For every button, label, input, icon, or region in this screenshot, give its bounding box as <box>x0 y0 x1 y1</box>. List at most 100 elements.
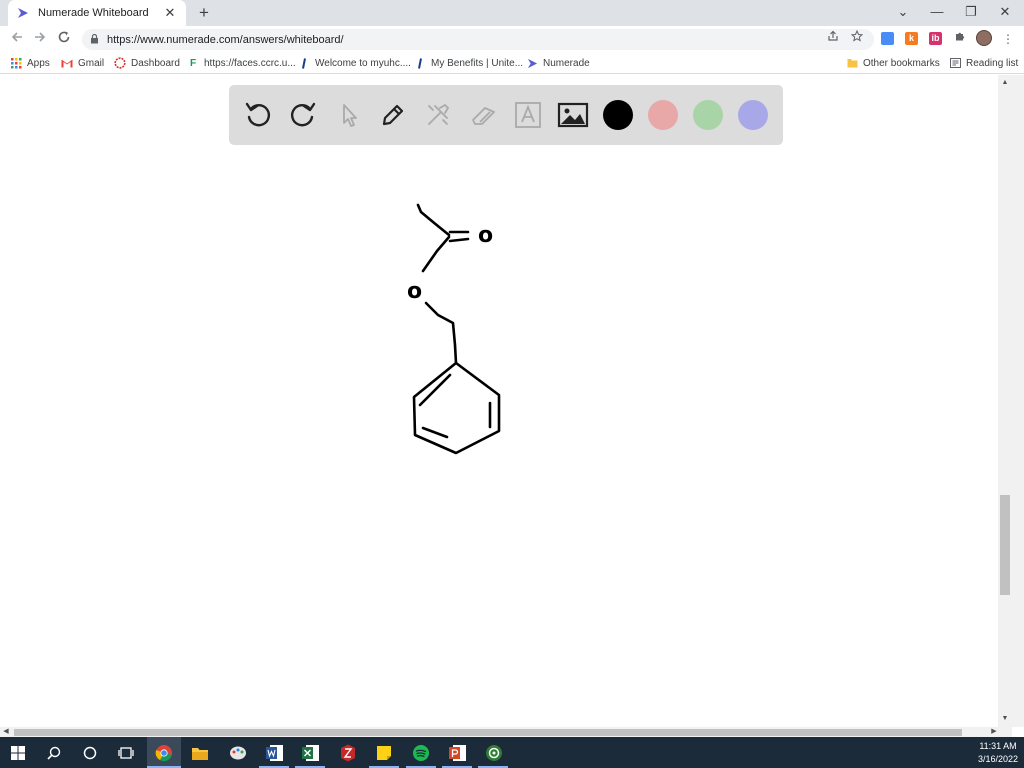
chrome-icon[interactable] <box>152 741 176 765</box>
windows-start-icon[interactable] <box>6 741 30 765</box>
file-explorer-icon[interactable] <box>188 741 212 765</box>
apps-grid-icon <box>10 57 22 69</box>
tools-button[interactable] <box>420 97 456 133</box>
uhc-icon <box>414 57 426 69</box>
horizontal-scroll-thumb[interactable] <box>14 729 962 736</box>
bookmark-gmail[interactable]: Gmail <box>61 55 104 71</box>
k-extension-icon[interactable]: k <box>905 32 918 45</box>
pen-tool-button[interactable] <box>375 97 411 133</box>
bookmark-label: Welcome to myuhc.... <box>315 57 411 69</box>
profile-avatar[interactable] <box>976 30 992 46</box>
bookmark-label: Numerade <box>543 57 590 69</box>
color-swatch-pink[interactable] <box>648 100 678 130</box>
horizontal-scrollbar[interactable]: ◀ ▶ <box>0 727 1012 737</box>
pointer-icon <box>343 104 357 127</box>
extensions-puzzle-icon[interactable] <box>951 28 969 48</box>
docs-extension-icon[interactable] <box>881 32 894 45</box>
tab-search-icon[interactable]: ⌄ <box>886 0 920 26</box>
undo-button[interactable] <box>240 97 276 133</box>
bookmark-numerade[interactable]: Numerade <box>526 55 590 71</box>
scroll-track <box>998 75 1012 727</box>
color-swatch-black[interactable] <box>603 100 633 130</box>
text-icon <box>515 102 541 128</box>
tab-close-icon[interactable]: ✕ <box>162 5 178 21</box>
reload-button[interactable] <box>55 30 73 48</box>
tab-numerade-whiteboard[interactable]: Numerade Whiteboard ✕ <box>8 0 186 26</box>
share-icon[interactable] <box>824 28 842 48</box>
color-swatch-lavender[interactable] <box>738 100 768 130</box>
paint-icon[interactable] <box>226 741 250 765</box>
task-view-icon[interactable] <box>114 741 138 765</box>
pen-icon <box>382 104 404 126</box>
bookmark-label: Reading list <box>966 57 1019 69</box>
reload-icon <box>58 31 70 43</box>
taskbar-clock[interactable]: 11:31 AM 3/16/2022 <box>972 740 1024 766</box>
spotify-icon[interactable] <box>409 741 433 765</box>
undo-icon <box>245 102 270 127</box>
dashboard-icon <box>114 57 126 69</box>
text-tool-button[interactable] <box>510 97 546 133</box>
scroll-up-arrow-icon[interactable]: ▲ <box>998 79 1012 86</box>
whiteboard-canvas[interactable]: o o <box>0 75 1000 727</box>
new-tab-button[interactable]: + <box>194 3 214 23</box>
oxygen-label-carbonyl: o <box>478 223 493 248</box>
redo-button[interactable] <box>285 97 321 133</box>
bookmark-faces[interactable]: F https://faces.ccrc.u... <box>187 55 296 71</box>
powerpoint-icon[interactable] <box>446 741 470 765</box>
back-button[interactable] <box>8 30 26 48</box>
url-text: https://www.numerade.com/answers/whitebo… <box>107 33 344 46</box>
cortana-icon[interactable] <box>78 741 102 765</box>
scroll-right-arrow-icon[interactable]: ▶ <box>988 727 1000 737</box>
folder-icon <box>846 57 858 69</box>
color-swatch-green[interactable] <box>693 100 723 130</box>
eraser-icon <box>472 107 495 125</box>
bookmark-label: https://faces.ccrc.u... <box>204 57 296 69</box>
bookmark-star-icon[interactable] <box>848 28 866 48</box>
restore-button[interactable]: ❐ <box>954 0 988 26</box>
reading-list-button[interactable]: Reading list <box>949 55 1018 71</box>
numerade-icon <box>16 6 30 20</box>
clock-time: 11:31 AM <box>979 741 1017 751</box>
app-red-icon[interactable] <box>336 741 360 765</box>
vertical-scrollbar[interactable]: ▲ ▼ <box>998 75 1024 727</box>
bookmark-label: Gmail <box>78 57 105 69</box>
whiteboard-toolbar <box>229 85 783 145</box>
browser-menu-icon[interactable]: ⋮ <box>1002 31 1014 47</box>
bookmark-label: Apps <box>27 57 50 69</box>
browser-toolbar: https://www.numerade.com/answers/whitebo… <box>0 26 1024 52</box>
tab-strip: Numerade Whiteboard ✕ + ⌄ — ❐ ✕ <box>0 0 1024 26</box>
address-bar[interactable]: https://www.numerade.com/answers/whitebo… <box>82 29 874 50</box>
vertical-scroll-thumb[interactable] <box>1000 495 1010 595</box>
bookmark-my-benefits[interactable]: My Benefits | Unite... <box>414 55 523 71</box>
uhc-icon <box>298 57 310 69</box>
tab-title: Numerade Whiteboard <box>38 7 149 19</box>
scroll-down-arrow-icon[interactable]: ▼ <box>998 715 1012 722</box>
reading-list-icon <box>949 57 961 69</box>
clock-date: 3/16/2022 <box>977 754 1019 764</box>
search-icon[interactable] <box>42 741 66 765</box>
bookmark-label: Dashboard <box>131 57 180 69</box>
windows-taskbar: 11:31 AM 3/16/2022 <box>0 737 1024 768</box>
bookmark-apps[interactable]: Apps <box>10 55 50 71</box>
bookmark-dashboard[interactable]: Dashboard <box>114 55 180 71</box>
eraser-button[interactable] <box>465 97 501 133</box>
bookmark-other[interactable]: Other bookmarks <box>846 55 940 71</box>
gmail-icon <box>61 57 73 69</box>
oxygen-label-ester: o <box>407 279 422 304</box>
bookmark-label: Other bookmarks <box>863 57 940 69</box>
close-window-button[interactable]: ✕ <box>988 0 1022 26</box>
ib-extension-icon[interactable]: ib <box>929 32 942 45</box>
minimize-button[interactable]: — <box>920 0 954 26</box>
scroll-left-arrow-icon[interactable]: ◀ <box>0 727 12 737</box>
sticky-notes-icon[interactable] <box>372 741 396 765</box>
lock-icon <box>90 33 99 47</box>
word-icon[interactable] <box>263 741 287 765</box>
faces-icon: F <box>189 57 197 69</box>
bookmark-myuhc[interactable]: Welcome to myuhc.... <box>298 55 411 71</box>
image-tool-button[interactable] <box>555 97 591 133</box>
back-arrow-icon <box>11 32 22 42</box>
forward-button[interactable] <box>31 30 49 48</box>
excel-icon[interactable] <box>299 741 323 765</box>
pointer-tool-button[interactable] <box>330 97 366 133</box>
camtasia-icon[interactable] <box>482 741 506 765</box>
